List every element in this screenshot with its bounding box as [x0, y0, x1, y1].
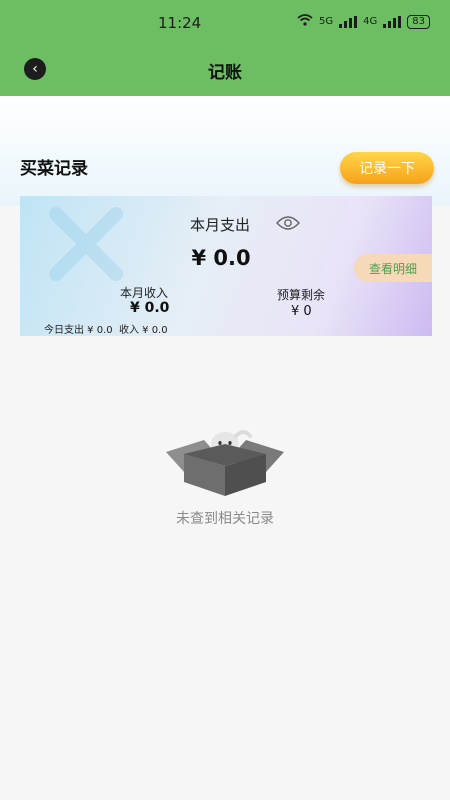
empty-box-icon: [164, 430, 286, 502]
monthly-expense-label: 本月支出: [190, 216, 251, 234]
network-5g-label: 5G: [319, 16, 334, 27]
budget-remaining-value: ¥ 0: [291, 304, 312, 319]
section-title: 买菜记录: [20, 159, 88, 179]
status-bar: 11:24 5G 4G 83: [0, 0, 450, 44]
signal-icon: [339, 15, 358, 28]
signal-icon: [383, 15, 402, 28]
monthly-income-value: ¥ 0.0: [130, 300, 170, 316]
app-header: 11:24 5G 4G 83 ‹ 记账: [0, 0, 450, 96]
decorative-x-icon: [49, 207, 123, 281]
monthly-income-label: 本月收入: [120, 286, 169, 300]
wifi-icon: [297, 14, 313, 29]
network-4g-label: 4G: [363, 16, 378, 27]
battery-indicator: 83: [407, 14, 430, 29]
empty-state-text: 未查到相关记录: [176, 511, 274, 527]
status-icons: 5G 4G 83: [297, 14, 430, 29]
view-details-button[interactable]: 查看明细: [354, 254, 432, 282]
summary-card: 本月支出 ¥ 0.0 查看明细 本月收入 ¥ 0.0 预算剩余 ¥ 0 今日支出…: [20, 196, 432, 336]
page-title: 记账: [208, 63, 242, 83]
record-button[interactable]: 记录一下: [340, 152, 434, 184]
budget-remaining-label: 预算剩余: [277, 288, 326, 302]
header-gradient-background: [0, 96, 450, 206]
today-summary-text: 今日支出 ¥ 0.0 收入 ¥ 0.0: [44, 325, 168, 336]
eye-icon[interactable]: [276, 215, 300, 235]
status-time: 11:24: [158, 14, 202, 32]
